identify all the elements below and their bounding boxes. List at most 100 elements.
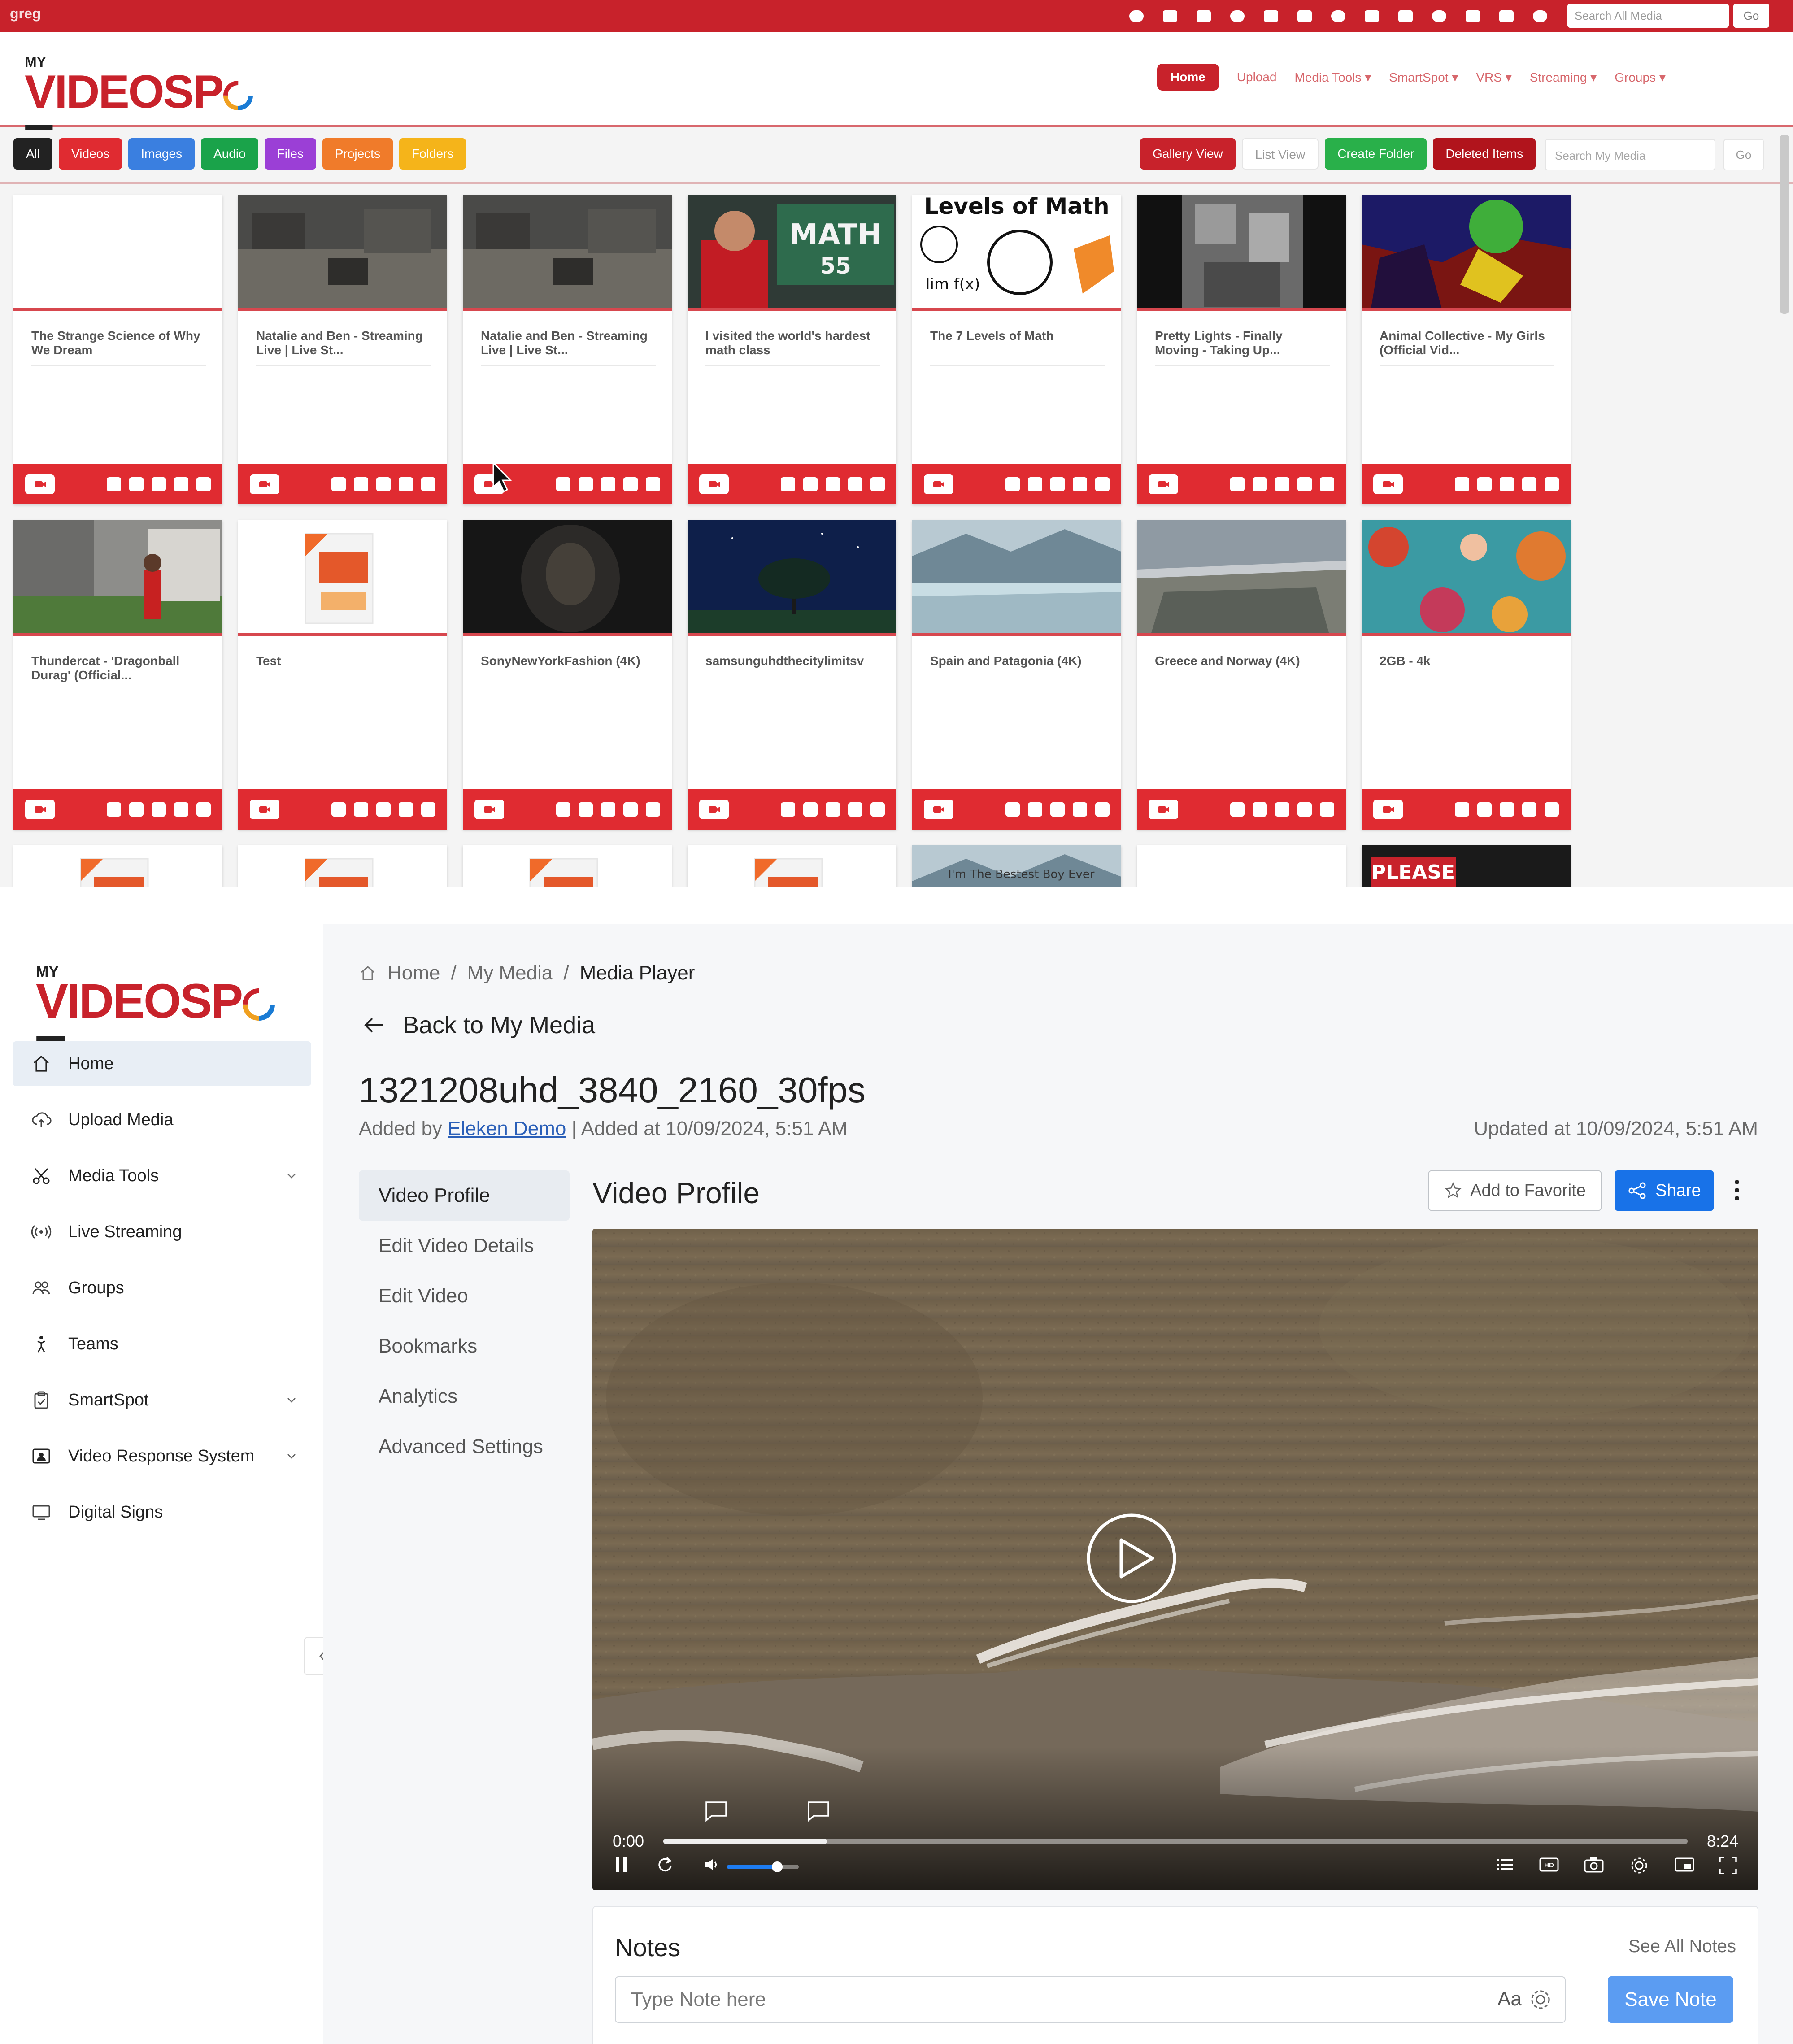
forward-icon[interactable] bbox=[826, 477, 840, 491]
share-icon[interactable] bbox=[1028, 477, 1042, 491]
car-icon[interactable] bbox=[1393, 4, 1419, 28]
forward-icon[interactable] bbox=[601, 477, 615, 491]
filter-chip-folders[interactable]: Folders bbox=[399, 138, 466, 170]
breadcrumb-home[interactable]: Home bbox=[387, 962, 440, 984]
edit-icon[interactable] bbox=[556, 477, 570, 491]
edit-icon[interactable] bbox=[331, 802, 346, 817]
edit-icon[interactable] bbox=[781, 802, 795, 817]
stats-icon[interactable] bbox=[1297, 802, 1312, 817]
stats-icon[interactable] bbox=[848, 802, 862, 817]
media-title[interactable]: SonyNewYorkFashion (4K) bbox=[481, 654, 656, 685]
delete-icon[interactable] bbox=[646, 477, 660, 491]
legacy-nav-item[interactable]: Upload bbox=[1237, 70, 1277, 84]
share-icon[interactable] bbox=[129, 477, 144, 491]
media-thumbnail[interactable] bbox=[463, 520, 672, 636]
delete-icon[interactable] bbox=[1095, 477, 1110, 491]
media-title[interactable]: samsunguhdthecitylimitsv bbox=[705, 654, 880, 685]
stats-icon[interactable] bbox=[1522, 477, 1536, 491]
edit-icon[interactable] bbox=[1005, 802, 1020, 817]
snapshot-camera-icon[interactable] bbox=[1584, 1856, 1604, 1874]
media-card[interactable]: Pretty Lights - Finally Moving - Taking … bbox=[1137, 195, 1346, 504]
media-thumbnail[interactable] bbox=[238, 845, 447, 887]
legacy-nav-item[interactable]: VRS ▾ bbox=[1476, 70, 1511, 85]
share-icon[interactable] bbox=[1477, 477, 1492, 491]
media-card[interactable]: I'm The Bestest Boy Ever bbox=[912, 845, 1121, 887]
media-card[interactable] bbox=[463, 845, 672, 887]
video-type-icon[interactable] bbox=[699, 800, 729, 819]
video-type-icon[interactable] bbox=[1149, 800, 1178, 819]
delete-icon[interactable] bbox=[646, 802, 660, 817]
comments-icon[interactable] bbox=[1191, 4, 1217, 28]
share-icon[interactable] bbox=[1253, 477, 1267, 491]
media-card[interactable]: Greece and Norway (4K) bbox=[1137, 520, 1346, 830]
legacy-top-go-button[interactable]: Go bbox=[1733, 4, 1769, 28]
media-card[interactable]: Levels of Math lim f(x) The 7 Levels of Ma… bbox=[912, 195, 1121, 504]
share-icon[interactable] bbox=[1028, 802, 1042, 817]
media-title[interactable]: The Strange Science of Why We Dream bbox=[31, 329, 206, 360]
bookmark-marker-icon[interactable] bbox=[705, 1800, 728, 1822]
edit-icon[interactable] bbox=[1005, 477, 1020, 491]
stats-icon[interactable] bbox=[623, 477, 638, 491]
forward-icon[interactable] bbox=[1275, 477, 1289, 491]
share-icon[interactable] bbox=[1477, 802, 1492, 817]
media-card[interactable] bbox=[1137, 845, 1346, 887]
delete-icon[interactable] bbox=[196, 802, 211, 817]
media-card[interactable] bbox=[13, 845, 222, 887]
media-card[interactable]: MATH 55 I visited the world's hardest math… bbox=[688, 195, 896, 504]
stats-icon[interactable] bbox=[848, 477, 862, 491]
legacy-nav-item[interactable]: Media Tools ▾ bbox=[1295, 70, 1371, 85]
subnav-edit-video-details[interactable]: Edit Video Details bbox=[359, 1221, 570, 1271]
author-link[interactable]: Eleken Demo bbox=[448, 1118, 566, 1139]
chair-icon[interactable] bbox=[1359, 4, 1385, 28]
star-icon[interactable] bbox=[1224, 4, 1250, 28]
view-button[interactable]: List View bbox=[1241, 138, 1319, 170]
breadcrumb-my-media[interactable]: My Media bbox=[467, 962, 553, 984]
media-card[interactable]: Animal Collective - My Girls (Official V… bbox=[1362, 195, 1571, 504]
delete-icon[interactable] bbox=[196, 477, 211, 491]
filter-chip-all[interactable]: All bbox=[13, 138, 53, 170]
legacy-nav-item[interactable]: Streaming ▾ bbox=[1530, 70, 1597, 85]
monitor-icon[interactable] bbox=[1292, 4, 1318, 28]
filter-chip-files[interactable]: Files bbox=[264, 138, 316, 170]
edit-icon[interactable] bbox=[1230, 477, 1245, 491]
forward-icon[interactable] bbox=[1050, 802, 1065, 817]
crown-icon[interactable] bbox=[1460, 4, 1486, 28]
chevron-down-icon[interactable] bbox=[285, 1170, 298, 1182]
media-title[interactable]: Test bbox=[256, 654, 431, 685]
volume-icon[interactable] bbox=[703, 1856, 721, 1874]
share-icon[interactable] bbox=[579, 802, 593, 817]
media-title[interactable]: Thundercat - 'Dragonball Durag' (Officia… bbox=[31, 654, 206, 685]
sidebar-item-groups[interactable]: Groups bbox=[13, 1266, 311, 1310]
forward-icon[interactable] bbox=[152, 477, 166, 491]
media-title[interactable]: Animal Collective - My Girls (Official V… bbox=[1380, 329, 1554, 360]
logout-icon[interactable] bbox=[1527, 4, 1553, 28]
share-icon[interactable] bbox=[579, 477, 593, 491]
display-icon[interactable] bbox=[1325, 4, 1351, 28]
bookmark-marker-icon[interactable] bbox=[807, 1800, 830, 1822]
media-thumbnail[interactable] bbox=[463, 845, 672, 887]
delete-icon[interactable] bbox=[1545, 802, 1559, 817]
edit-icon[interactable] bbox=[107, 802, 121, 817]
media-title[interactable]: 2GB - 4k bbox=[1380, 654, 1554, 685]
media-thumbnail[interactable] bbox=[688, 845, 896, 887]
delete-icon[interactable] bbox=[1320, 477, 1334, 491]
media-thumbnail[interactable] bbox=[1137, 520, 1346, 636]
forward-icon[interactable] bbox=[1275, 802, 1289, 817]
media-title[interactable]: Natalie and Ben - Streaming Live | Live … bbox=[256, 329, 431, 360]
edit-icon[interactable] bbox=[781, 477, 795, 491]
note-settings-gear-icon[interactable] bbox=[1528, 1987, 1553, 2012]
stats-icon[interactable] bbox=[1297, 477, 1312, 491]
text-format-button[interactable]: Aa bbox=[1497, 1988, 1522, 2010]
view-button[interactable]: Deleted Items bbox=[1433, 138, 1536, 170]
back-to-media-link[interactable]: Back to My Media bbox=[363, 1011, 595, 1039]
pause-icon[interactable] bbox=[612, 1856, 630, 1874]
edit-icon[interactable] bbox=[331, 477, 346, 491]
video-icon[interactable] bbox=[1157, 4, 1183, 28]
delete-icon[interactable] bbox=[1320, 802, 1334, 817]
chapters-list-icon[interactable] bbox=[1495, 1856, 1514, 1874]
save-note-button[interactable]: Save Note bbox=[1608, 1976, 1733, 2023]
share-icon[interactable] bbox=[129, 802, 144, 817]
edit-icon[interactable] bbox=[1230, 802, 1245, 817]
stats-icon[interactable] bbox=[174, 477, 188, 491]
media-thumbnail[interactable] bbox=[912, 520, 1121, 636]
